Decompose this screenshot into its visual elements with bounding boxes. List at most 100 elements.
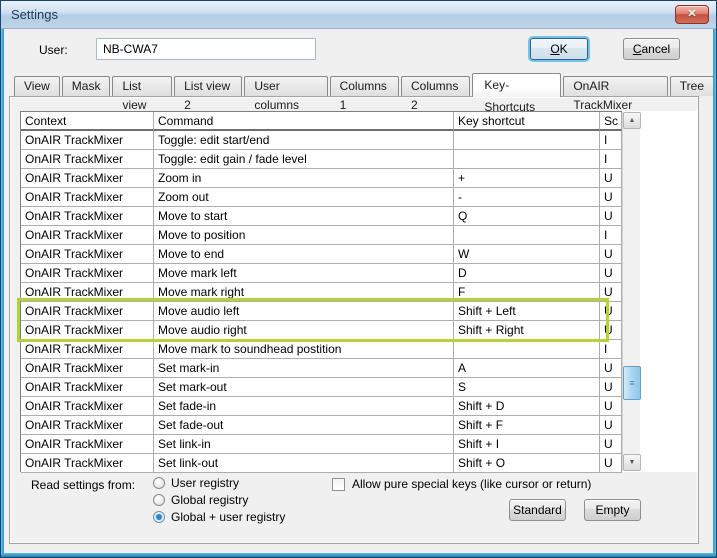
table-cell-command[interactable]: Move to position (154, 226, 454, 245)
table-cell-scope[interactable]: U (600, 321, 622, 340)
table-cell-context[interactable]: OnAIR TrackMixer (21, 359, 154, 378)
table-cell-shortcut[interactable]: Shift + D (454, 397, 600, 416)
table-cell-scope[interactable]: I (600, 340, 622, 359)
cancel-button[interactable]: Cancel (623, 38, 680, 60)
table-cell-shortcut[interactable]: Shift + Left (454, 302, 600, 321)
user-input[interactable]: NB-CWA7 (96, 38, 316, 60)
table-cell-command[interactable]: Set link-in (154, 435, 454, 454)
table-cell-shortcut[interactable]: D (454, 264, 600, 283)
table-cell-scope[interactable]: U (600, 283, 622, 302)
table-cell-shortcut[interactable]: F (454, 283, 600, 302)
table-cell-shortcut[interactable]: Shift + I (454, 435, 600, 454)
table-cell-command[interactable]: Move to end (154, 245, 454, 264)
standard-button[interactable]: Standard (509, 499, 566, 521)
table-cell-shortcut[interactable] (454, 226, 600, 245)
table-cell-context[interactable]: OnAIR TrackMixer (21, 207, 154, 226)
column-header[interactable]: Key shortcut (454, 112, 600, 131)
tab-onair-trackmixer[interactable]: OnAIR TrackMixer (563, 76, 667, 96)
table-cell-context[interactable]: OnAIR TrackMixer (21, 264, 154, 283)
tab-mask[interactable]: Mask (62, 76, 111, 96)
table-cell-scope[interactable]: U (600, 245, 622, 264)
table-cell-shortcut[interactable]: S (454, 378, 600, 397)
table-cell-context[interactable]: OnAIR TrackMixer (21, 435, 154, 454)
tab-view[interactable]: View (14, 76, 60, 96)
table-cell-command[interactable]: Move mark right (154, 283, 454, 302)
table-cell-shortcut[interactable] (454, 131, 600, 150)
vertical-scrollbar[interactable]: ▲ ≡ ▼ (622, 112, 640, 471)
table-cell-scope[interactable]: U (600, 302, 622, 321)
table-cell-command[interactable]: Set link-out (154, 454, 454, 473)
table-cell-shortcut[interactable]: Shift + Right (454, 321, 600, 340)
table-cell-shortcut[interactable]: + (454, 169, 600, 188)
table-cell-scope[interactable]: I (600, 226, 622, 245)
column-header[interactable]: Sc (600, 112, 622, 131)
radio-user-registry[interactable]: User registry (153, 476, 239, 490)
table-cell-context[interactable]: OnAIR TrackMixer (21, 169, 154, 188)
radio-global-user-registry[interactable]: Global + user registry (153, 510, 285, 524)
table-cell-context[interactable]: OnAIR TrackMixer (21, 321, 154, 340)
table-cell-shortcut[interactable]: Shift + F (454, 416, 600, 435)
table-cell-shortcut[interactable] (454, 340, 600, 359)
table-cell-context[interactable]: OnAIR TrackMixer (21, 302, 154, 321)
tab-list-view-2[interactable]: List view 2 (174, 76, 242, 96)
table-cell-shortcut[interactable]: Q (454, 207, 600, 226)
close-button[interactable]: ✕ (675, 5, 709, 24)
table-cell-context[interactable]: OnAIR TrackMixer (21, 283, 154, 302)
radio-global-registry[interactable]: Global registry (153, 493, 248, 507)
table-cell-command[interactable]: Toggle: edit gain / fade level (154, 150, 454, 169)
table-cell-command[interactable]: Move audio left (154, 302, 454, 321)
table-cell-scope[interactable]: U (600, 416, 622, 435)
table-cell-scope[interactable]: U (600, 378, 622, 397)
table-cell-shortcut[interactable] (454, 150, 600, 169)
column-header[interactable]: Context (21, 112, 154, 131)
table-cell-context[interactable]: OnAIR TrackMixer (21, 150, 154, 169)
scroll-up-button[interactable]: ▲ (623, 112, 641, 129)
tab-columns-2[interactable]: Columns 2 (401, 76, 470, 96)
table-cell-scope[interactable]: U (600, 435, 622, 454)
table-cell-command[interactable]: Toggle: edit start/end (154, 131, 454, 150)
table-cell-scope[interactable]: U (600, 207, 622, 226)
table-cell-scope[interactable]: U (600, 454, 622, 473)
table-cell-scope[interactable]: I (600, 150, 622, 169)
table-cell-context[interactable]: OnAIR TrackMixer (21, 245, 154, 264)
table-cell-scope[interactable]: U (600, 188, 622, 207)
table-cell-scope[interactable]: U (600, 397, 622, 416)
table-cell-command[interactable]: Set fade-out (154, 416, 454, 435)
table-cell-shortcut[interactable]: - (454, 188, 600, 207)
table-cell-context[interactable]: OnAIR TrackMixer (21, 378, 154, 397)
table-cell-scope[interactable]: U (600, 169, 622, 188)
tab-user-columns[interactable]: User columns (244, 76, 327, 96)
table-cell-scope[interactable]: U (600, 359, 622, 378)
table-cell-context[interactable]: OnAIR TrackMixer (21, 131, 154, 150)
table-cell-context[interactable]: OnAIR TrackMixer (21, 226, 154, 245)
table-cell-context[interactable]: OnAIR TrackMixer (21, 397, 154, 416)
table-cell-scope[interactable]: I (600, 131, 622, 150)
tab-tree[interactable]: Tree (670, 76, 714, 96)
table-cell-command[interactable]: Move to start (154, 207, 454, 226)
scrollbar-thumb[interactable]: ≡ (623, 366, 641, 400)
table-cell-shortcut[interactable]: W (454, 245, 600, 264)
titlebar[interactable]: Settings ✕ (1, 1, 716, 29)
table-cell-command[interactable]: Move mark left (154, 264, 454, 283)
scroll-down-button[interactable]: ▼ (623, 454, 641, 471)
tab-list-view[interactable]: List view (112, 76, 172, 96)
table-cell-command[interactable]: Set mark-in (154, 359, 454, 378)
empty-button[interactable]: Empty (584, 499, 641, 521)
tab-key-shortcuts[interactable]: Key-Shortcuts (472, 73, 561, 97)
table-cell-shortcut[interactable]: Shift + O (454, 454, 600, 473)
tab-columns-1[interactable]: Columns 1 (330, 76, 399, 96)
table-cell-command[interactable]: Set fade-in (154, 397, 454, 416)
allow-special-keys-checkbox[interactable]: Allow pure special keys (like cursor or … (332, 477, 591, 491)
table-cell-context[interactable]: OnAIR TrackMixer (21, 416, 154, 435)
table-cell-scope[interactable]: U (600, 264, 622, 283)
table-cell-context[interactable]: OnAIR TrackMixer (21, 340, 154, 359)
table-cell-command[interactable]: Zoom in (154, 169, 454, 188)
table-cell-context[interactable]: OnAIR TrackMixer (21, 188, 154, 207)
table-cell-shortcut[interactable]: A (454, 359, 600, 378)
table-cell-command[interactable]: Set mark-out (154, 378, 454, 397)
table-cell-command[interactable]: Move mark to soundhead postition (154, 340, 454, 359)
table-cell-context[interactable]: OnAIR TrackMixer (21, 454, 154, 473)
column-header[interactable]: Command (154, 112, 454, 131)
table-cell-command[interactable]: Move audio right (154, 321, 454, 340)
table-cell-command[interactable]: Zoom out (154, 188, 454, 207)
